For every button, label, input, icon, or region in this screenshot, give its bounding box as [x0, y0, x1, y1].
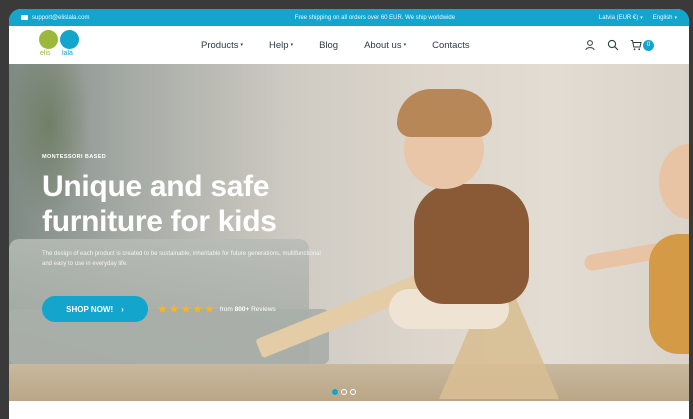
site-logo[interactable]: elis lala: [39, 30, 87, 62]
browser-frame: support@elislala.com Free shipping on al…: [9, 9, 689, 419]
header-actions: 0: [584, 26, 654, 64]
cart-count-badge: 0: [643, 39, 654, 51]
carousel-dot-3[interactable]: [350, 389, 356, 395]
locale-selectors: Latvia (EUR €) ▾ English ▾: [599, 15, 677, 21]
logo-green-circle: [39, 30, 58, 49]
nav-about[interactable]: About us ▾: [364, 40, 406, 51]
logo-text-left: elis: [40, 50, 51, 57]
cart-button[interactable]: 0: [630, 39, 654, 51]
announcement-bar: support@elislala.com Free shipping on al…: [9, 9, 689, 26]
search-icon[interactable]: [607, 39, 619, 51]
chevron-down-icon: ▾: [640, 14, 643, 21]
below-hero-section: [9, 401, 689, 419]
carousel-dots: [332, 389, 356, 395]
hero-photo-second-child-head: [659, 144, 689, 219]
support-email-text: support@elislala.com: [32, 14, 90, 21]
nav-about-label: About us: [364, 39, 402, 51]
chevron-right-icon: ›: [121, 304, 124, 314]
mail-icon: [21, 15, 28, 20]
hero-headline-line2: furniture for kids: [42, 205, 277, 238]
shop-now-label: SHOP NOW!: [66, 304, 114, 314]
account-icon[interactable]: [584, 39, 596, 51]
hero-eyebrow: MONTESSORI BASED: [42, 154, 107, 160]
reviews-count: 800+: [234, 305, 250, 313]
currency-selector[interactable]: Latvia (EUR €) ▾: [599, 15, 643, 21]
chevron-down-icon: ▾: [290, 42, 294, 48]
chevron-down-icon: ▾: [240, 42, 244, 48]
nav-products[interactable]: Products ▾: [201, 40, 243, 51]
currency-label: Latvia (EUR €): [598, 14, 639, 21]
language-label: English: [652, 14, 673, 21]
nav-products-label: Products: [201, 39, 239, 51]
star-icon: ★: [168, 302, 180, 316]
language-selector[interactable]: English ▾: [653, 15, 677, 21]
rating-stars: ★ ★ ★ ★ ★: [157, 303, 215, 315]
main-nav: Products ▾ Help ▾ Blog About us ▾ Contac…: [201, 26, 470, 64]
shop-now-button[interactable]: SHOP NOW! ›: [42, 296, 148, 322]
star-icon: ★: [180, 302, 192, 316]
hero-content: MONTESSORI BASED Unique and safe furnitu…: [42, 154, 342, 269]
chevron-down-icon: ▾: [674, 14, 677, 21]
nav-help-label: Help: [269, 39, 289, 51]
hero-headline: Unique and safe furniture for kids: [42, 169, 342, 239]
star-icon: ★: [204, 302, 215, 316]
hero-photo-child-body: [414, 184, 529, 304]
star-icon: ★: [157, 302, 168, 316]
nav-contacts[interactable]: Contacts: [432, 40, 470, 51]
shipping-promo: Free shipping on all orders over 60 EUR.…: [294, 14, 456, 21]
hero-banner: MONTESSORI BASED Unique and safe furnitu…: [9, 64, 689, 401]
nav-blog-label: Blog: [319, 39, 339, 51]
logo-blue-circle: [60, 30, 79, 49]
hero-photo-floor: [9, 364, 689, 401]
hero-photo-second-child-body: [649, 234, 689, 354]
nav-contacts-label: Contacts: [432, 39, 470, 51]
hero-headline-line1: Unique and safe: [42, 170, 270, 203]
support-email[interactable]: support@elislala.com: [21, 15, 191, 21]
reviews-prefix: from: [219, 305, 233, 313]
site-header: elis lala Products ▾ Help ▾ Blog About u…: [9, 26, 689, 64]
nav-blog[interactable]: Blog: [319, 40, 338, 51]
carousel-dot-1[interactable]: [332, 389, 338, 395]
hero-photo-child-hair: [397, 89, 492, 137]
carousel-dot-2[interactable]: [341, 389, 347, 395]
star-icon: ★: [192, 302, 204, 316]
hero-cta-row: SHOP NOW! › ★ ★ ★ ★ ★ from 800+ Reviews: [42, 296, 276, 322]
hero-description: The design of each product is created to…: [42, 251, 321, 267]
logo-text-right: lala: [62, 50, 73, 57]
nav-help[interactable]: Help ▾: [269, 40, 293, 51]
cart-icon: [630, 40, 642, 51]
reviews-suffix: Reviews: [251, 305, 276, 313]
reviews-summary[interactable]: from 800+ Reviews: [220, 306, 276, 313]
chevron-down-icon: ▾: [403, 42, 407, 48]
